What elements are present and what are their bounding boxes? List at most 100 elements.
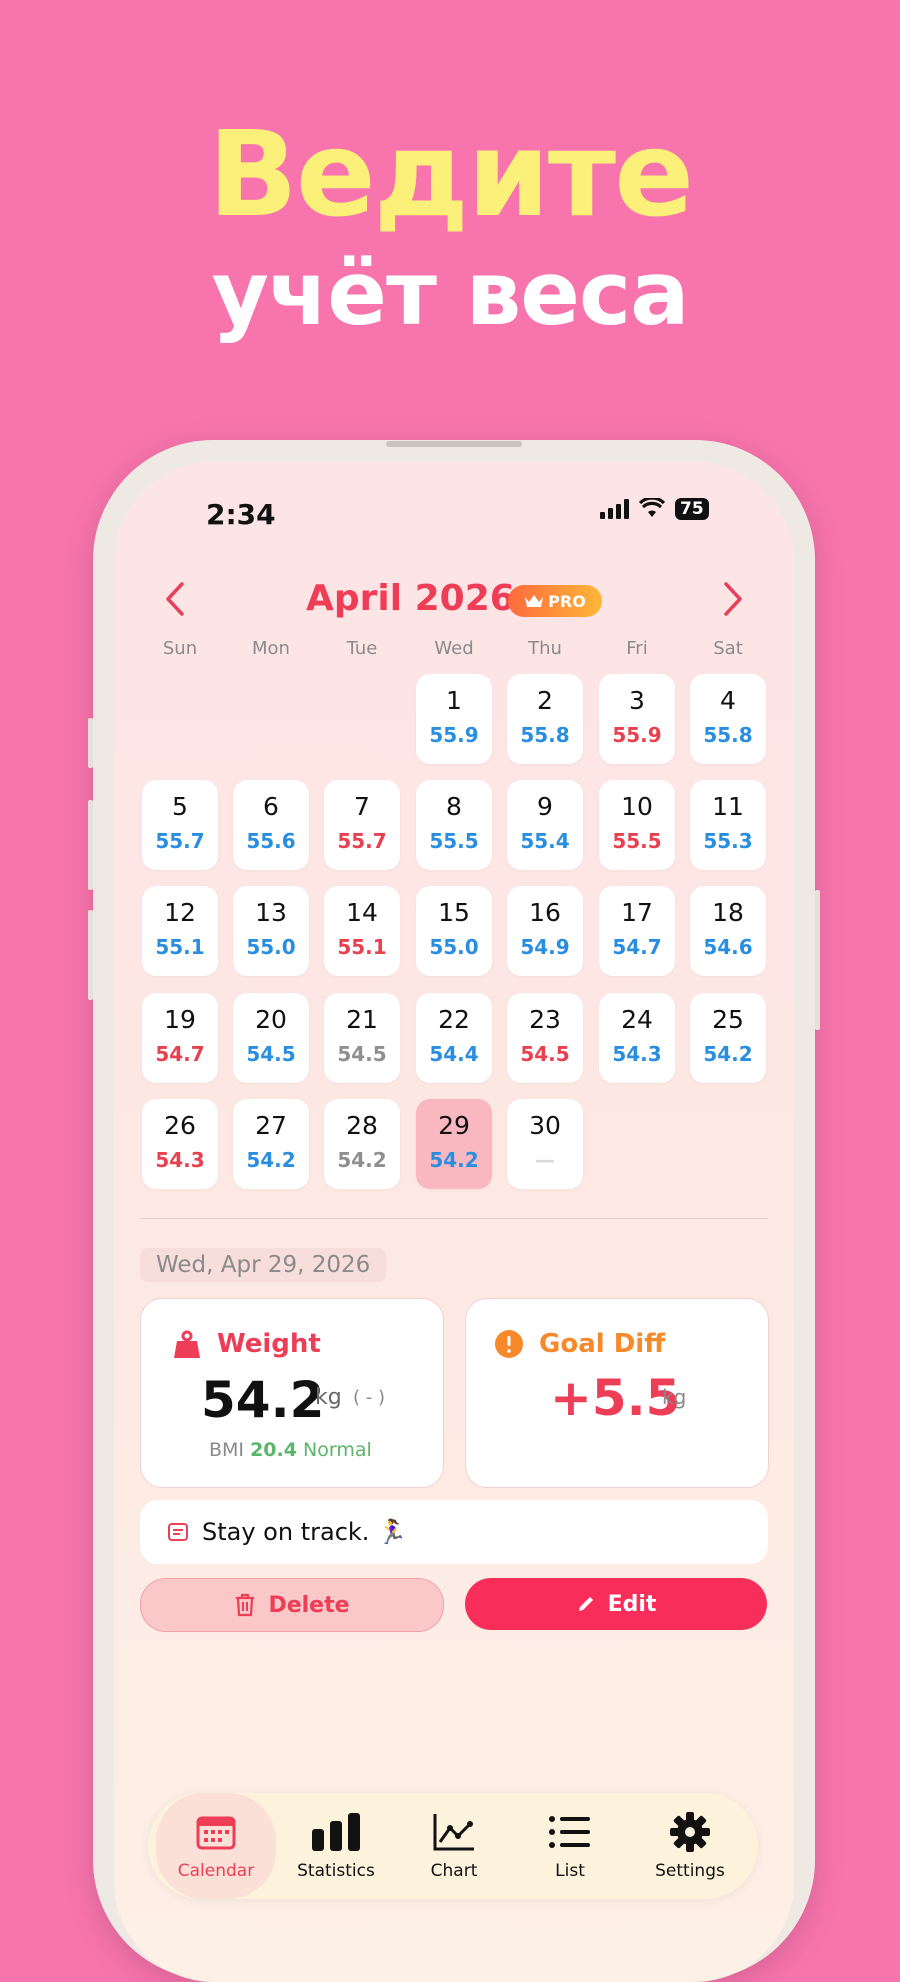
calendar-day[interactable]: 17 54.7	[599, 886, 675, 976]
day-number: 14	[346, 898, 378, 927]
calendar-day[interactable]: 1 55.9	[416, 674, 492, 764]
calendar-day[interactable]: 23 54.5	[507, 993, 583, 1083]
day-number: 5	[172, 792, 188, 821]
goal-diff-value: +5.5	[550, 1369, 681, 1427]
day-number: 2	[537, 686, 553, 715]
calendar-day[interactable]: 9 55.4	[507, 780, 583, 870]
day-weight: 55.6	[246, 829, 296, 853]
calendar-day[interactable]: 27 54.2	[233, 1099, 309, 1189]
next-month-button[interactable]	[722, 580, 744, 624]
edit-label: Edit	[607, 1591, 657, 1617]
signal-icon	[600, 499, 629, 519]
tab-chart[interactable]: Chart	[394, 1793, 514, 1899]
weekday-header: Wed	[434, 638, 474, 659]
goal-diff-card[interactable]: Goal Diff +5.5 kg	[465, 1298, 769, 1488]
calendar-day[interactable]: 28 54.2	[324, 1099, 400, 1189]
calendar-day[interactable]: 7 55.7	[324, 780, 400, 870]
chevron-right-icon	[724, 582, 742, 616]
day-number: 15	[438, 898, 470, 927]
trash-icon	[236, 1593, 255, 1617]
calendar-day[interactable]: 26 54.3	[142, 1099, 218, 1189]
day-number: 8	[446, 792, 462, 821]
pencil-icon	[578, 1597, 593, 1611]
calendar-day[interactable]: 5 55.7	[142, 780, 218, 870]
day-weight: 55.5	[429, 829, 479, 853]
day-number: 27	[255, 1111, 287, 1140]
memo-text: Stay on track. 🏃‍♀️	[202, 1518, 407, 1546]
calendar-icon	[156, 1811, 276, 1853]
selected-date: Wed, Apr 29, 2026	[140, 1248, 387, 1282]
weekday-header: Fri	[626, 638, 648, 659]
alert-icon	[494, 1329, 524, 1363]
calendar-day[interactable]: 18 54.6	[690, 886, 766, 976]
phone-side-button	[88, 910, 93, 1000]
calendar-day[interactable]: 19 54.7	[142, 993, 218, 1083]
calendar-day[interactable]: 8 55.5	[416, 780, 492, 870]
calendar-day[interactable]: 30 —	[507, 1099, 583, 1189]
tab-statistics[interactable]: Statistics	[276, 1793, 396, 1899]
memo-row[interactable]: Stay on track. 🏃‍♀️	[140, 1500, 768, 1564]
day-number: 3	[629, 686, 645, 715]
calendar-day[interactable]: 16 54.9	[507, 886, 583, 976]
calendar-day[interactable]: 24 54.3	[599, 993, 675, 1083]
day-weight: 54.2	[246, 1148, 296, 1172]
day-weight: 54.2	[337, 1148, 387, 1172]
weekday-header: Mon	[252, 638, 290, 659]
calendar-day[interactable]: 22 54.4	[416, 993, 492, 1083]
day-weight: 55.7	[337, 829, 387, 853]
calendar-day[interactable]: 2 55.8	[507, 674, 583, 764]
calendar-day[interactable]: 10 55.5	[599, 780, 675, 870]
day-number: 28	[346, 1111, 378, 1140]
day-weight: 55.7	[155, 829, 205, 853]
bar-chart-icon	[276, 1811, 396, 1853]
day-weight: 54.6	[703, 935, 753, 959]
tab-settings[interactable]: Settings	[630, 1793, 750, 1899]
day-weight: 55.3	[703, 829, 753, 853]
day-number: 30	[529, 1111, 561, 1140]
calendar-day[interactable]: 4 55.8	[690, 674, 766, 764]
day-weight: 55.8	[520, 723, 570, 747]
weekday-header: Thu	[528, 638, 562, 659]
gear-icon	[630, 1811, 750, 1853]
calendar-day[interactable]: 25 54.2	[690, 993, 766, 1083]
calendar-day[interactable]: 14 55.1	[324, 886, 400, 976]
calendar-day[interactable]: 3 55.9	[599, 674, 675, 764]
day-number: 13	[255, 898, 287, 927]
weight-label: Weight	[217, 1329, 321, 1359]
calendar-day[interactable]: 13 55.0	[233, 886, 309, 976]
pro-badge[interactable]: PRO	[508, 585, 602, 617]
tab-label: Chart	[430, 1861, 478, 1881]
calendar-day[interactable]: 29 54.2	[416, 1099, 492, 1189]
day-weight: 54.2	[703, 1042, 753, 1066]
bmi-label: BMI	[209, 1439, 245, 1461]
day-number: 10	[621, 792, 653, 821]
day-number: 22	[438, 1005, 470, 1034]
edit-button[interactable]: Edit	[465, 1578, 767, 1630]
hero-subtitle: учёт веса	[211, 242, 689, 345]
prev-month-button[interactable]	[164, 580, 186, 624]
weight-change: ( - )	[353, 1387, 385, 1408]
day-number: 12	[164, 898, 196, 927]
list-icon	[510, 1811, 630, 1853]
calendar-day[interactable]: 15 55.0	[416, 886, 492, 976]
calendar-day[interactable]: 20 54.5	[233, 993, 309, 1083]
tab-label: Settings	[655, 1861, 725, 1881]
phone-top-edge	[386, 441, 522, 447]
calendar-day[interactable]: 12 55.1	[142, 886, 218, 976]
phone-side-button	[815, 890, 820, 1030]
day-weight: 55.8	[703, 723, 753, 747]
day-weight: 54.5	[337, 1042, 387, 1066]
calendar-day[interactable]: 6 55.6	[233, 780, 309, 870]
day-number: 6	[263, 792, 279, 821]
calendar-day[interactable]: 11 55.3	[690, 780, 766, 870]
delete-button[interactable]: Delete	[140, 1578, 444, 1632]
tab-list[interactable]: List	[510, 1793, 630, 1899]
tab-label: Calendar	[177, 1861, 255, 1881]
weight-card[interactable]: Weight 54.2 kg ( - ) BMI 20.4 Normal	[140, 1298, 444, 1488]
tab-calendar[interactable]: Calendar	[156, 1793, 276, 1899]
day-number: 21	[346, 1005, 378, 1034]
day-weight: —	[535, 1148, 555, 1172]
calendar-day[interactable]: 21 54.5	[324, 993, 400, 1083]
day-weight: 55.9	[429, 723, 479, 747]
day-weight: 54.3	[155, 1148, 205, 1172]
